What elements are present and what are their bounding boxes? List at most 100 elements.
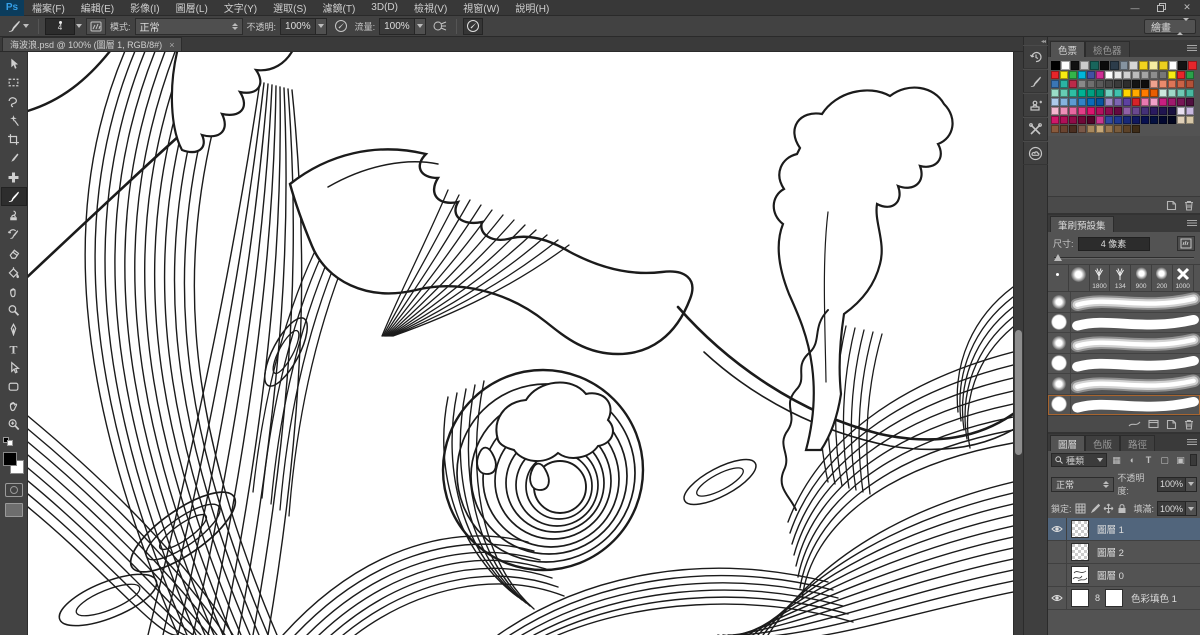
brush-panel-icon[interactable] [1023, 69, 1048, 93]
color-swatch[interactable] [1186, 80, 1194, 88]
filter-toggle-switch[interactable] [1190, 454, 1197, 466]
color-swatch[interactable] [1105, 71, 1113, 79]
brush-preset[interactable] [1048, 313, 1200, 334]
workspace-switcher[interactable]: 繪畫 [1144, 19, 1196, 34]
rectangle-shape-tool[interactable] [1, 377, 27, 396]
brush-size-dropdown-arrow[interactable] [76, 24, 82, 28]
color-swatch[interactable] [1051, 89, 1059, 97]
color-swatch[interactable] [1186, 98, 1194, 106]
color-swatch[interactable] [1168, 107, 1176, 115]
color-swatch[interactable] [1168, 89, 1176, 97]
brush-preset[interactable] [1048, 354, 1200, 375]
color-swatch[interactable] [1132, 116, 1140, 124]
color-swatch[interactable] [1096, 98, 1104, 106]
restore-button[interactable] [1148, 0, 1174, 15]
color-swatch[interactable] [1168, 80, 1176, 88]
color-swatch[interactable] [1069, 107, 1077, 115]
menu-3D[interactable]: 3D(D) [363, 0, 406, 15]
brush-tip-fuzzy[interactable]: 200 [1152, 265, 1173, 291]
color-swatch[interactable] [1169, 61, 1178, 70]
color-swatch[interactable] [1105, 116, 1113, 124]
eraser-tool[interactable] [1, 244, 27, 263]
color-swatch[interactable] [1150, 89, 1158, 97]
history-brush-tool[interactable] [1, 225, 27, 244]
color-swatch[interactable] [1114, 71, 1122, 79]
tab-檢色器[interactable]: 檢色器 [1085, 41, 1130, 57]
color-swatch[interactable] [1141, 89, 1149, 97]
color-swatch[interactable] [1087, 116, 1095, 124]
slider-knob[interactable] [1054, 254, 1062, 261]
color-swatch[interactable] [1123, 116, 1131, 124]
filter-adjustment-layers-icon[interactable]: ◐ [1126, 454, 1139, 467]
foreground-color-swatch[interactable] [3, 452, 17, 466]
color-swatch[interactable] [1114, 125, 1122, 133]
color-swatch[interactable] [1186, 116, 1194, 124]
color-swatch[interactable] [1141, 71, 1149, 79]
panel-menu-icon[interactable] [1187, 44, 1197, 52]
layer-row-色彩填色 1[interactable]: 8色彩填色 1 [1048, 587, 1200, 610]
color-swatch[interactable] [1123, 107, 1131, 115]
hand-tool[interactable] [1, 396, 27, 415]
filter-type-layers-icon[interactable]: T [1142, 454, 1155, 467]
color-swatch[interactable] [1100, 61, 1109, 70]
trash-icon[interactable] [1184, 419, 1194, 430]
color-swatch[interactable] [1123, 71, 1131, 79]
filter-pixel-layers-icon[interactable]: ▦ [1110, 454, 1123, 467]
color-swatch[interactable] [1114, 116, 1122, 124]
color-swatch[interactable] [1114, 89, 1122, 97]
color-swatch[interactable] [1087, 89, 1095, 97]
brush-tip-fuzzy[interactable]: 900 [1131, 265, 1152, 291]
move-tool[interactable] [1, 54, 27, 73]
color-swatch[interactable] [1188, 61, 1197, 70]
brush-tip-grass[interactable]: 134 [1110, 265, 1131, 291]
color-swatch[interactable] [1141, 107, 1149, 115]
filter-smart-objects-icon[interactable]: ▣ [1174, 454, 1187, 467]
layer-opacity-field[interactable]: 100% [1157, 477, 1186, 492]
opacity-dropdown-arrow[interactable] [316, 18, 327, 35]
color-swatch[interactable] [1078, 107, 1086, 115]
smudge-tool[interactable] [1, 282, 27, 301]
color-swatch[interactable] [1150, 71, 1158, 79]
color-swatch[interactable] [1159, 61, 1168, 70]
color-swatch[interactable] [1069, 125, 1077, 133]
type-tool[interactable]: T [1, 339, 27, 358]
color-swatch[interactable] [1159, 89, 1167, 97]
visibility-toggle[interactable] [1048, 564, 1067, 586]
layer-row-圖層 1[interactable]: 圖層 1 [1048, 518, 1200, 541]
color-swatch[interactable] [1159, 107, 1167, 115]
color-swatch[interactable] [1123, 98, 1131, 106]
tab-close-icon[interactable]: × [169, 40, 174, 50]
layer-mask-thumbnail[interactable] [1105, 589, 1123, 607]
zoom-tool[interactable] [1, 415, 27, 434]
tab-路徑[interactable]: 路徑 [1120, 435, 1155, 451]
brush-preset-selected[interactable] [1048, 395, 1200, 416]
brush-size-slider[interactable] [1054, 254, 1194, 262]
color-swatch[interactable] [1051, 71, 1059, 79]
color-swatch[interactable] [1177, 116, 1185, 124]
new-swatch-icon[interactable] [1166, 200, 1177, 211]
color-swatch[interactable] [1159, 71, 1167, 79]
bristle-preview-toggle[interactable] [1177, 236, 1195, 251]
layer-thumbnail[interactable] [1071, 520, 1089, 538]
quick-selection-tool[interactable] [1, 111, 27, 130]
menu-影像[interactable]: 影像(I) [122, 0, 167, 15]
lock-transparency-icon[interactable] [1075, 503, 1086, 514]
brush-tip-dot[interactable] [1048, 265, 1069, 291]
color-swatch[interactable] [1141, 98, 1149, 106]
color-swatch[interactable] [1178, 61, 1187, 70]
color-swatch[interactable] [1132, 98, 1140, 106]
menu-檔案[interactable]: 檔案(F) [24, 0, 73, 15]
color-swatch[interactable] [1051, 98, 1059, 106]
color-swatch[interactable] [1132, 125, 1140, 133]
default-colors-icon[interactable] [3, 437, 17, 447]
tab-色版[interactable]: 色版 [1085, 435, 1120, 451]
color-swatch[interactable] [1159, 98, 1167, 106]
color-swatch[interactable] [1168, 116, 1176, 124]
menu-說明[interactable]: 說明(H) [507, 0, 557, 15]
stroke-preview-icon[interactable] [1128, 419, 1141, 429]
color-swatch[interactable] [1096, 89, 1104, 97]
clone-source-panel-icon[interactable] [1023, 93, 1048, 117]
color-swatch[interactable] [1060, 116, 1068, 124]
rectangular-marquee-tool[interactable] [1, 73, 27, 92]
color-swatch[interactable] [1177, 71, 1185, 79]
